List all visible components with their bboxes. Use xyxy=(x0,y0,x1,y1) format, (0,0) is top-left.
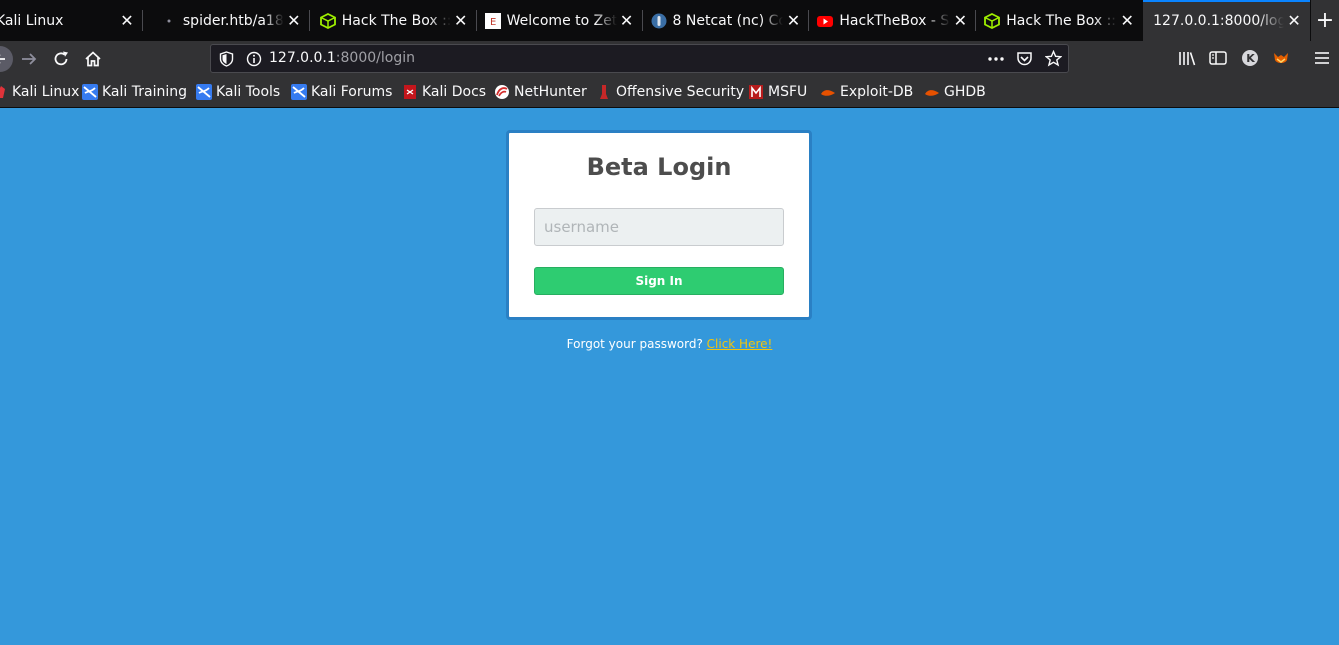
sidebar-icon[interactable] xyxy=(1209,50,1227,70)
page-actions-icon[interactable] xyxy=(987,51,1005,71)
tab-hack-the-box-2[interactable]: Hack The Box :: Hack ✕ xyxy=(976,0,1143,41)
tab-title: Hack The Box :: Hack xyxy=(341,12,451,29)
reload-button[interactable] xyxy=(47,45,75,73)
url-bar[interactable]: 127.0.0.1:8000/login xyxy=(210,44,1069,73)
tab-title: 127.0.0.1:8000/login xyxy=(1153,12,1285,29)
back-icon xyxy=(0,46,13,72)
tab-zeta[interactable]: E Welcome to Zeta ✕ xyxy=(477,0,643,41)
bookmark-star-icon[interactable] xyxy=(1044,49,1063,71)
account-k-icon[interactable]: K xyxy=(1241,49,1259,71)
tab-kali-linux[interactable]: Kali Linux ✕ xyxy=(0,0,143,41)
tab-title: spider.htb/a1836bb9 xyxy=(182,12,284,29)
menu-hamburger-icon[interactable] xyxy=(1314,50,1330,70)
bookmark-exploit-db[interactable]: Exploit-DB xyxy=(820,83,913,101)
foxyproxy-icon[interactable] xyxy=(1272,49,1290,71)
loading-dot-icon xyxy=(161,13,177,29)
bookmark-nethunter[interactable]: NetHunter xyxy=(494,83,587,101)
close-icon[interactable]: ✕ xyxy=(451,11,471,30)
bookmark-msfu[interactable]: MSFU xyxy=(748,83,807,101)
bookmark-label: Exploit-DB xyxy=(840,84,914,100)
library-icon[interactable] xyxy=(1178,50,1196,71)
offsec-icon xyxy=(596,84,612,100)
bookmark-label: Kali Forums xyxy=(311,84,393,100)
bookmark-kali-forums[interactable]: Kali Forums xyxy=(291,83,392,101)
tab-title: HackTheBox - Spi xyxy=(839,12,951,29)
url-text: 127.0.0.1:8000/login xyxy=(269,50,415,66)
home-button[interactable] xyxy=(79,45,107,73)
nethunter-icon xyxy=(494,84,510,100)
reload-icon xyxy=(54,51,68,66)
site-info-icon[interactable] xyxy=(246,51,262,71)
tab-hack-the-box[interactable]: Hack The Box :: Hack ✕ xyxy=(310,0,477,41)
forgot-password-label: Forgot your password? xyxy=(566,337,703,351)
bookmark-ghdb[interactable]: GHDB xyxy=(924,83,986,101)
bookmark-label: NetHunter xyxy=(514,84,587,100)
svg-text:E: E xyxy=(490,17,496,28)
close-icon[interactable]: ✕ xyxy=(117,11,137,30)
navigation-toolbar: 127.0.0.1:8000/login K xyxy=(0,41,1339,76)
htb-cube-icon xyxy=(319,12,336,29)
forward-button[interactable] xyxy=(15,45,43,73)
bookmark-kali-docs[interactable]: Kali Docs xyxy=(402,83,486,101)
url-host: 127.0.0.1 xyxy=(269,50,336,66)
close-icon[interactable]: ✕ xyxy=(1117,11,1137,30)
netcat-icon xyxy=(651,13,667,29)
bookmark-label: Kali Training xyxy=(102,84,187,100)
close-icon[interactable]: ✕ xyxy=(950,11,970,30)
pocket-icon[interactable] xyxy=(1016,51,1033,71)
bookmark-kali-tools[interactable]: Kali Tools xyxy=(196,83,280,101)
kali-dragon-icon xyxy=(291,84,307,100)
tab-spider[interactable]: spider.htb/a1836bb9 ✕ xyxy=(143,0,310,41)
bookmark-label: Offensive Security xyxy=(616,84,745,100)
close-icon[interactable]: ✕ xyxy=(617,11,637,30)
bookmark-offensive-security[interactable]: Offensive Security xyxy=(596,83,744,101)
bookmark-label: Kali Docs xyxy=(422,84,487,100)
tab-title: Hack The Box :: Hack xyxy=(1006,12,1117,29)
close-icon[interactable]: ✕ xyxy=(783,11,803,30)
tracking-shield-icon[interactable] xyxy=(219,51,234,71)
home-icon xyxy=(85,51,101,67)
tab-login-active[interactable]: 127.0.0.1:8000/login ✕ xyxy=(1143,0,1311,41)
close-icon[interactable]: ✕ xyxy=(284,11,304,30)
htb-cube-icon xyxy=(984,12,1001,29)
url-path: :8000/login xyxy=(335,50,415,66)
bookmark-label: Kali Linux xyxy=(12,84,80,100)
close-icon[interactable]: ✕ xyxy=(1284,11,1304,30)
svg-text:K: K xyxy=(1246,52,1255,65)
ghdb-icon xyxy=(924,84,940,100)
tab-title: Welcome to Zeta xyxy=(506,12,617,29)
new-tab-button[interactable]: + xyxy=(1311,0,1339,41)
bookmark-label: Kali Tools xyxy=(216,84,281,100)
bookmarks-toolbar: Kali Linux Kali Training Kali Tools Kali… xyxy=(0,76,1339,108)
bookmark-kali-linux[interactable]: Kali Linux xyxy=(0,83,79,101)
tab-title: 8 Netcat (nc) Comm xyxy=(672,12,784,29)
youtube-icon xyxy=(817,13,834,29)
login-title: Beta Login xyxy=(586,153,732,181)
msfu-icon xyxy=(748,84,764,100)
zeta-icon: E xyxy=(484,12,501,29)
bookmark-kali-training[interactable]: Kali Training xyxy=(82,83,187,101)
bookmark-label: MSFU xyxy=(768,84,808,100)
sign-in-button[interactable]: Sign In xyxy=(534,267,784,295)
forward-icon xyxy=(22,53,37,65)
login-card: Beta Login Sign In xyxy=(506,130,812,320)
username-input[interactable] xyxy=(534,208,784,246)
kali-dragon-icon xyxy=(82,84,98,100)
bookmark-label: GHDB xyxy=(944,84,986,100)
tab-youtube[interactable]: HackTheBox - Spi ✕ xyxy=(809,0,977,41)
back-button[interactable] xyxy=(0,45,14,73)
kali-icon xyxy=(0,84,8,100)
kali-docs-icon xyxy=(402,84,418,100)
tab-title: Kali Linux xyxy=(0,12,64,29)
forgot-password-text: Forgot your password? Click Here! xyxy=(0,337,1339,351)
tab-strip: Kali Linux ✕ spider.htb/a1836bb9 ✕ Hack … xyxy=(0,0,1339,41)
tab-netcat[interactable]: 8 Netcat (nc) Comm ✕ xyxy=(643,0,810,41)
forgot-password-link[interactable]: Click Here! xyxy=(707,337,773,351)
kali-dragon-icon xyxy=(196,84,212,100)
exploitdb-icon xyxy=(820,84,836,100)
